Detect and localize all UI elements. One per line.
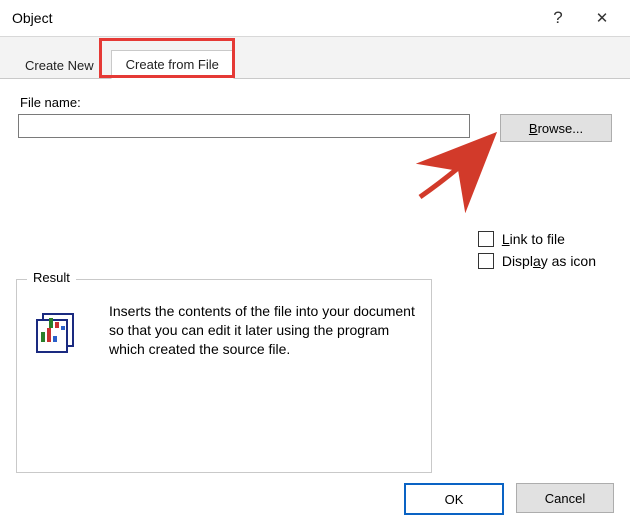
titlebar: Object ? ✕ (0, 0, 630, 37)
tab-label: Create New (25, 58, 94, 73)
dialog-title: Object (12, 10, 536, 26)
help-button[interactable]: ? (536, 3, 580, 33)
browse-mnemonic: B (529, 121, 538, 136)
file-name-label: File name: (20, 95, 612, 110)
file-name-input[interactable] (18, 114, 470, 138)
help-icon: ? (553, 8, 562, 28)
icon-mnemonic: a (533, 253, 541, 269)
icon-prefix: Displ (502, 253, 533, 269)
button-label: Cancel (545, 491, 585, 506)
checkbox-box (478, 253, 494, 269)
link-rest: ink to file (510, 231, 565, 247)
display-as-icon-checkbox[interactable]: Display as icon (478, 253, 596, 269)
result-group: Result Inserts the contents of the file … (16, 279, 432, 473)
close-button[interactable]: ✕ (580, 3, 624, 33)
dialog-content: File name: Browse... Link to file Displa… (0, 79, 630, 479)
ok-button[interactable]: OK (404, 483, 504, 515)
result-description: Inserts the contents of the file into yo… (109, 302, 415, 361)
browse-button[interactable]: Browse... (500, 114, 612, 142)
link-to-file-checkbox[interactable]: Link to file (478, 231, 596, 247)
result-legend: Result (27, 270, 76, 285)
document-pair-icon (33, 306, 87, 358)
file-row: Browse... (18, 114, 612, 142)
cancel-button[interactable]: Cancel (516, 483, 614, 513)
result-icon (33, 306, 87, 361)
dialog-buttons: OK Cancel (392, 483, 614, 515)
button-label: OK (445, 492, 464, 507)
browse-rest: rowse... (538, 121, 584, 136)
checkbox-box (478, 231, 494, 247)
tab-strip: Create New Create from File (0, 37, 630, 79)
result-inner: Inserts the contents of the file into yo… (17, 280, 431, 371)
close-icon: ✕ (596, 9, 609, 27)
icon-rest: y as icon (541, 253, 596, 269)
tab-create-new[interactable]: Create New (10, 51, 109, 79)
link-mnemonic: L (502, 231, 510, 247)
tab-label: Create from File (126, 57, 219, 72)
options-group: Link to file Display as icon (478, 231, 596, 275)
tab-create-from-file[interactable]: Create from File (111, 50, 234, 79)
